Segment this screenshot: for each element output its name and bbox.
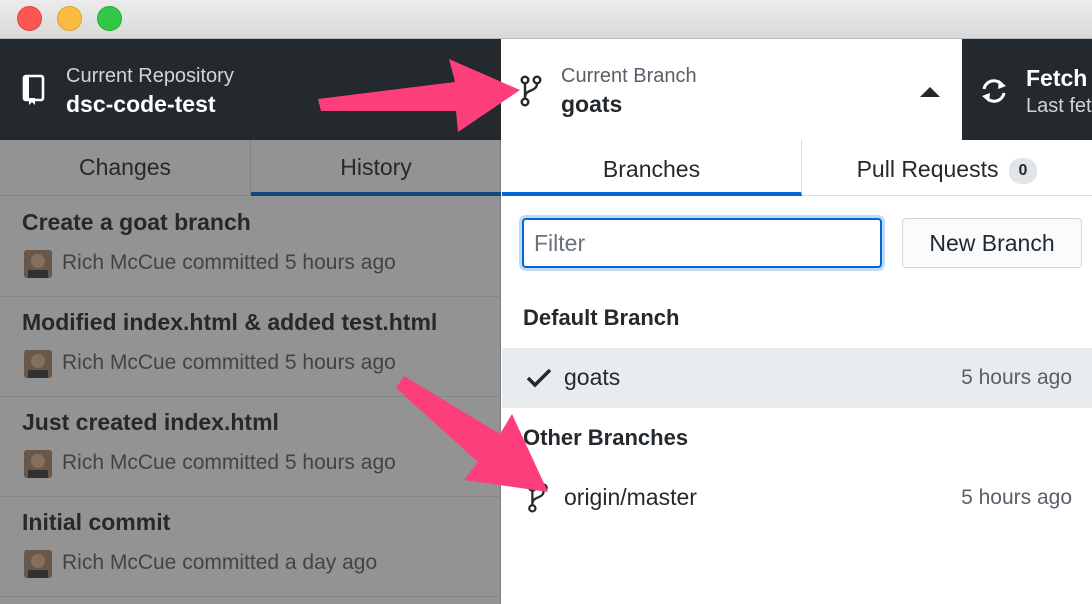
repo-icon bbox=[22, 74, 46, 111]
sync-icon bbox=[980, 77, 1008, 110]
fetch-origin-label: Fetch origin bbox=[1026, 65, 1092, 91]
minimize-window-button[interactable] bbox=[57, 6, 82, 31]
current-branch-name: goats bbox=[561, 91, 623, 117]
last-fetched-label: Last fetched bbox=[1026, 95, 1092, 117]
branch-list-item-goats[interactable]: goats 5 hours ago bbox=[502, 348, 1092, 408]
zoom-window-button[interactable] bbox=[97, 6, 122, 31]
default-branch-heading: Default Branch bbox=[523, 305, 680, 330]
current-repository-name: dsc-code-test bbox=[66, 91, 216, 117]
new-branch-button[interactable]: New Branch bbox=[902, 218, 1082, 268]
history-panel: Changes History Create a goat branch Ric… bbox=[0, 140, 501, 604]
git-branch-icon bbox=[519, 75, 543, 112]
branch-name: origin/master bbox=[564, 484, 697, 510]
close-window-button[interactable] bbox=[17, 6, 42, 31]
app-toolbar: Current Repository dsc-code-test Current… bbox=[0, 39, 1092, 140]
branch-last-updated: 5 hours ago bbox=[961, 366, 1072, 389]
current-branch-label: Current Branch bbox=[561, 65, 697, 87]
branch-list-item-origin-master[interactable]: origin/master 5 hours ago bbox=[502, 468, 1092, 528]
tab-branches[interactable]: Branches bbox=[502, 140, 802, 196]
tab-pull-requests[interactable]: Pull Requests 0 bbox=[802, 140, 1092, 196]
current-branch-button[interactable]: Current Branch goats bbox=[501, 39, 962, 140]
modal-dim-overlay[interactable] bbox=[0, 140, 501, 604]
current-repository-button[interactable]: Current Repository dsc-code-test bbox=[0, 39, 501, 140]
fetch-origin-button[interactable]: Fetch origin Last fetched bbox=[962, 39, 1092, 140]
caret-up-icon bbox=[920, 85, 940, 103]
branch-filter-input[interactable] bbox=[522, 218, 882, 268]
tab-pull-requests-label: Pull Requests bbox=[856, 156, 999, 182]
branch-name: goats bbox=[564, 364, 621, 390]
current-repository-label: Current Repository bbox=[66, 65, 234, 87]
git-branch-icon bbox=[526, 483, 550, 518]
branch-dropdown-panel: Branches Pull Requests 0 New Branch Defau… bbox=[502, 140, 1092, 604]
branch-tab-bar: Branches Pull Requests 0 bbox=[502, 140, 1092, 196]
branch-last-updated: 5 hours ago bbox=[961, 486, 1072, 509]
window-title-bar bbox=[0, 0, 1092, 39]
check-icon bbox=[526, 367, 552, 394]
other-branches-heading: Other Branches bbox=[523, 425, 689, 450]
pull-request-count-badge: 0 bbox=[1008, 157, 1038, 184]
